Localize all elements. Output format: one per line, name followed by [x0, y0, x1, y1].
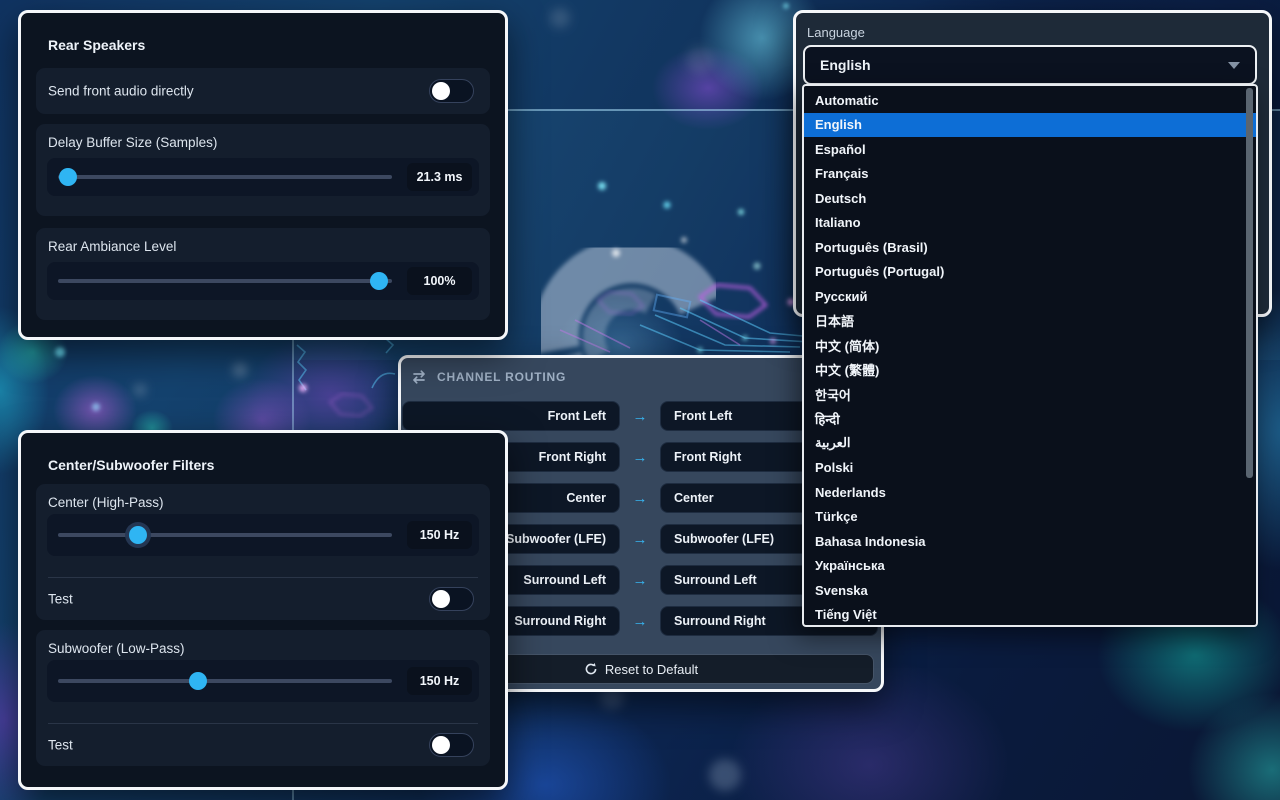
divider — [48, 723, 478, 724]
language-option[interactable]: Deutsch — [804, 186, 1256, 211]
rear-speakers-title: Rear Speakers — [48, 37, 145, 53]
subwoofer-lowpass-card: Subwoofer (Low-Pass) 150 Hz Test — [36, 630, 490, 766]
delay-buffer-slider-box: 21.3 ms — [47, 158, 479, 196]
rear-ambiance-slider-box: 100% — [47, 262, 479, 300]
language-options: AutomaticEnglishEspañolFrançaisDeutschIt… — [804, 86, 1256, 627]
chevron-down-icon — [1228, 62, 1240, 69]
language-option[interactable]: Italiano — [804, 211, 1256, 236]
delay-buffer-card: Delay Buffer Size (Samples) 21.3 ms — [36, 124, 490, 216]
channel-routing-title: CHANNEL ROUTING — [437, 370, 566, 384]
routing-arrow-icon: → — [625, 442, 655, 472]
language-option[interactable]: English — [804, 113, 1256, 138]
language-select[interactable]: English — [803, 45, 1257, 85]
center-test-toggle[interactable] — [429, 587, 474, 611]
rear-ambiance-slider-thumb[interactable] — [370, 272, 388, 290]
toggle-knob — [432, 82, 450, 100]
swap-arrows-icon — [410, 368, 428, 386]
send-front-audio-toggle[interactable] — [429, 79, 474, 103]
language-dropdown-list: AutomaticEnglishEspañolFrançaisDeutschIt… — [802, 84, 1258, 627]
center-test-label: Test — [48, 592, 73, 607]
center-highpass-slider-box: 150 Hz — [47, 514, 479, 556]
reset-to-default-label: Reset to Default — [605, 662, 698, 677]
delay-buffer-label: Delay Buffer Size (Samples) — [48, 135, 217, 150]
subwoofer-lowpass-slider-box: 150 Hz — [47, 660, 479, 702]
center-highpass-slider[interactable] — [58, 533, 392, 537]
subwoofer-lowpass-value: 150 Hz — [407, 667, 472, 695]
routing-arrow-icon: → — [625, 606, 655, 636]
subwoofer-lowpass-slider-thumb[interactable] — [189, 672, 207, 690]
language-option[interactable]: हिन्दी — [804, 407, 1256, 432]
send-front-audio-row: Send front audio directly — [36, 68, 490, 114]
subwoofer-lowpass-slider[interactable] — [58, 679, 392, 683]
language-option[interactable]: العربية — [804, 431, 1256, 456]
language-option[interactable]: Türkçe — [804, 505, 1256, 530]
language-option[interactable]: 中文 (简体) — [804, 333, 1256, 358]
subwoofer-lowpass-label: Subwoofer (Low-Pass) — [48, 641, 185, 656]
language-option[interactable]: Українська — [804, 554, 1256, 579]
routing-arrow-icon: → — [625, 483, 655, 513]
language-option[interactable]: Nederlands — [804, 480, 1256, 505]
center-highpass-label: Center (High-Pass) — [48, 495, 164, 510]
delay-buffer-slider[interactable] — [58, 175, 392, 179]
send-front-audio-label: Send front audio directly — [48, 84, 194, 99]
center-subwoofer-filters-panel: Center/Subwoofer Filters Center (High-Pa… — [18, 430, 508, 790]
toggle-knob — [432, 736, 450, 754]
filters-title: Center/Subwoofer Filters — [48, 457, 214, 473]
divider — [48, 577, 478, 578]
language-option[interactable]: 日本語 — [804, 309, 1256, 334]
refresh-icon — [584, 662, 598, 676]
language-selected-value: English — [820, 57, 871, 73]
rear-ambiance-card: Rear Ambiance Level 100% — [36, 228, 490, 320]
delay-buffer-slider-thumb[interactable] — [59, 168, 77, 186]
center-test-row: Test — [36, 580, 490, 618]
center-highpass-value: 150 Hz — [407, 521, 472, 549]
language-option[interactable]: Português (Brasil) — [804, 235, 1256, 260]
language-option[interactable]: Français — [804, 162, 1256, 187]
routing-arrow-icon: → — [625, 565, 655, 595]
dropdown-scrollbar-thumb[interactable] — [1246, 88, 1253, 478]
subwoofer-test-label: Test — [48, 738, 73, 753]
language-option[interactable]: Svenska — [804, 578, 1256, 603]
rear-ambiance-slider[interactable] — [58, 279, 392, 283]
routing-source-button[interactable]: Front Left — [402, 401, 620, 431]
language-label: Language — [807, 25, 865, 40]
language-option[interactable]: Tiếng Việt — [804, 603, 1256, 628]
routing-arrow-icon: → — [625, 401, 655, 431]
rear-ambiance-label: Rear Ambiance Level — [48, 239, 176, 254]
center-highpass-slider-thumb[interactable] — [129, 526, 147, 544]
routing-arrow-icon: → — [625, 524, 655, 554]
subwoofer-test-toggle[interactable] — [429, 733, 474, 757]
toggle-knob — [432, 590, 450, 608]
delay-buffer-value: 21.3 ms — [407, 163, 472, 191]
language-option[interactable]: Español — [804, 137, 1256, 162]
language-option[interactable]: Bahasa Indonesia — [804, 529, 1256, 554]
rear-speakers-panel: Rear Speakers Send front audio directly … — [18, 10, 508, 340]
rear-ambiance-value: 100% — [407, 267, 472, 295]
channel-routing-header: CHANNEL ROUTING — [410, 368, 566, 386]
language-option[interactable]: 中文 (繁體) — [804, 358, 1256, 383]
center-highpass-card: Center (High-Pass) 150 Hz Test — [36, 484, 490, 620]
language-option[interactable]: Português (Portugal) — [804, 260, 1256, 285]
language-option[interactable]: Automatic — [804, 88, 1256, 113]
language-option[interactable]: Русский — [804, 284, 1256, 309]
language-option[interactable]: Polski — [804, 456, 1256, 481]
language-option[interactable]: 한국어 — [804, 382, 1256, 407]
subwoofer-test-row: Test — [36, 726, 490, 764]
desktop: CHANNEL ROUTING Front Left→Front LeftFro… — [0, 0, 1280, 800]
